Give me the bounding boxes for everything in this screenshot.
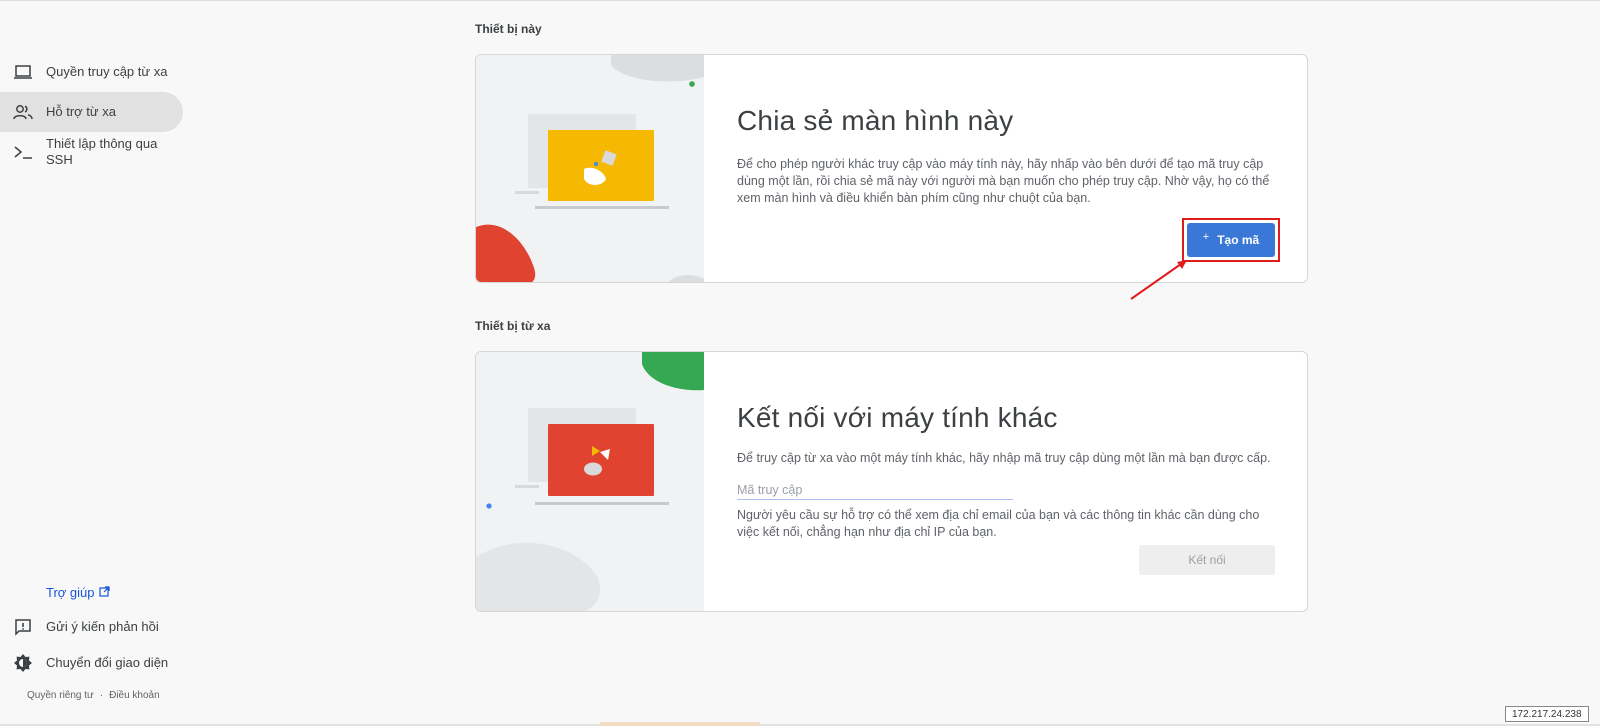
ip-address-badge: 172.217.24.238 xyxy=(1505,706,1589,722)
top-border xyxy=(0,0,1600,3)
help-label: Trợ giúp xyxy=(46,585,95,600)
share-screen-heading: Chia sẻ màn hình này xyxy=(737,105,1014,136)
share-screen-illustration xyxy=(476,55,704,282)
connect-remote-illustration xyxy=(476,352,704,611)
section-title-this-device: Thiết bị này xyxy=(475,22,542,36)
sidebar-item-label: Hỗ trợ từ xa xyxy=(46,104,116,119)
footer-separator: · xyxy=(99,690,104,701)
connect-remote-heading: Kết nối với máy tính khác xyxy=(737,402,1058,433)
plus-icon: + xyxy=(1202,231,1210,243)
terminal-icon xyxy=(12,142,34,162)
terms-link[interactable]: Điều khoản xyxy=(109,690,160,701)
sidebar-item-label: Thiết lập thông qua SSH xyxy=(46,136,158,167)
help-link[interactable]: Trợ giúp xyxy=(46,585,110,600)
annotation-arrow xyxy=(1130,260,1187,300)
theme-label: Chuyển đổi giao diện xyxy=(46,655,169,670)
feedback-icon xyxy=(12,617,34,637)
connect-button[interactable]: Kết nối xyxy=(1139,545,1275,575)
brightness-icon xyxy=(12,653,34,673)
sidebar-item-ssh-setup[interactable]: Thiết lập thông qua SSH xyxy=(0,132,183,172)
feedback-button[interactable]: Gửi ý kiến phản hồi xyxy=(0,607,183,647)
section-title-remote-device: Thiết bị từ xa xyxy=(475,319,551,333)
connect-remote-card: Kết nối với máy tính khác Để truy cập từ… xyxy=(475,351,1308,612)
laptop-icon xyxy=(12,62,34,82)
create-code-label: Tạo mã xyxy=(1217,233,1260,247)
sidebar-item-remote-support[interactable]: Hỗ trợ từ xa xyxy=(0,92,183,132)
privacy-link[interactable]: Quyền riêng tư xyxy=(27,690,94,701)
sidebar: Quyền truy cập từ xa Hỗ trợ từ xa Thiết … xyxy=(0,0,184,726)
access-code-input[interactable] xyxy=(737,480,1013,500)
sidebar-item-remote-access[interactable]: Quyền truy cập từ xa xyxy=(0,52,183,92)
taskbar-glow xyxy=(600,722,760,726)
connect-remote-description: Để truy cập từ xa vào một máy tính khác,… xyxy=(737,451,1271,465)
create-code-button[interactable]: + Tạo mã xyxy=(1187,223,1275,257)
open-in-new-icon xyxy=(98,585,110,600)
share-screen-description: Để cho phép người khác truy cập vào máy … xyxy=(737,157,1270,205)
sidebar-item-label: Quyền truy cập từ xa xyxy=(46,64,168,79)
theme-toggle-button[interactable]: Chuyển đổi giao diện xyxy=(0,643,183,683)
people-icon xyxy=(12,102,34,122)
footer-links: Quyền riêng tư · Điều khoản xyxy=(27,690,160,701)
create-code-highlight: + Tạo mã xyxy=(1182,218,1280,262)
feedback-label: Gửi ý kiến phản hồi xyxy=(46,619,159,634)
share-screen-card: Chia sẻ màn hình này Để cho phép người k… xyxy=(475,54,1308,283)
connect-remote-note: Người yêu cầu sự hỗ trợ có thể xem địa c… xyxy=(737,508,1260,539)
